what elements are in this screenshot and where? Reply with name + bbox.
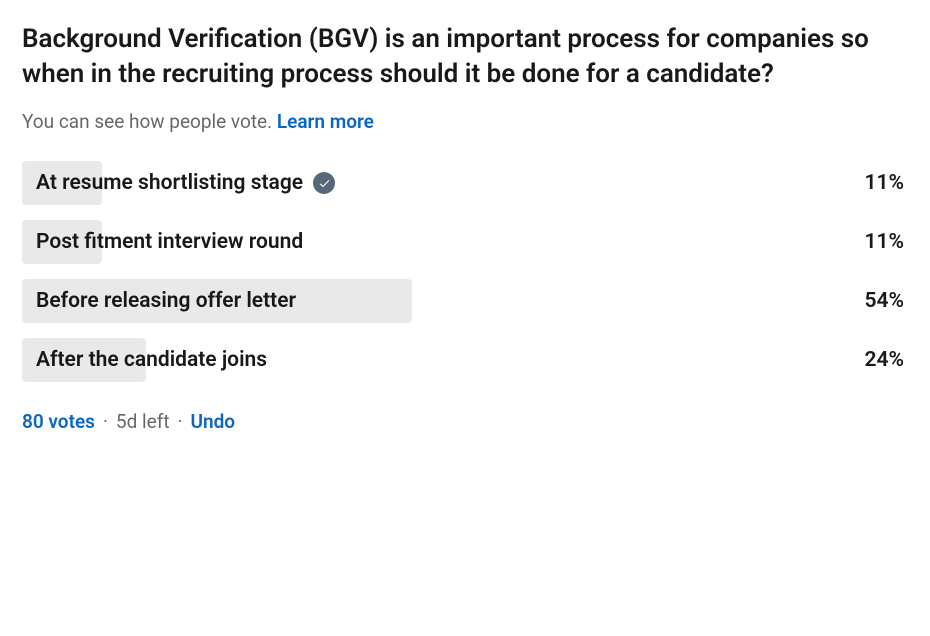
poll-option-label: Before releasing offer letter <box>36 289 296 313</box>
poll-footer: 80 votes · 5d left · Undo <box>22 410 908 433</box>
poll-subtext: You can see how people vote. Learn more <box>22 110 908 133</box>
poll-option-left: Post fitment interview round <box>22 230 303 254</box>
poll-percent: 11% <box>865 230 909 254</box>
poll-option[interactable]: Post fitment interview round 11% <box>22 220 908 264</box>
poll-option-left: At resume shortlisting stage <box>22 171 335 195</box>
poll-percent: 24% <box>865 348 909 372</box>
poll-options: At resume shortlisting stage 11% Post fi… <box>22 161 908 382</box>
poll-option-label: Post fitment interview round <box>36 230 303 254</box>
poll-option-left: After the candidate joins <box>22 348 267 372</box>
poll-option-label: After the candidate joins <box>36 348 267 372</box>
separator-dot: · <box>103 410 108 433</box>
time-left: 5d left <box>116 410 170 433</box>
poll-percent: 11% <box>865 171 909 195</box>
poll-option[interactable]: After the candidate joins 24% <box>22 338 908 382</box>
poll-subtext-text: You can see how people vote. <box>22 110 272 133</box>
poll-option[interactable]: Before releasing offer letter 54% <box>22 279 908 323</box>
votes-count-link[interactable]: 80 votes <box>22 410 95 433</box>
poll-option[interactable]: At resume shortlisting stage 11% <box>22 161 908 205</box>
poll-option-label: At resume shortlisting stage <box>36 171 303 195</box>
poll-percent: 54% <box>865 289 909 313</box>
poll-question: Background Verification (BGV) is an impo… <box>22 22 908 92</box>
undo-link[interactable]: Undo <box>191 410 236 433</box>
separator-dot: · <box>178 410 183 433</box>
checkmark-icon <box>313 172 335 194</box>
poll-option-left: Before releasing offer letter <box>22 289 296 313</box>
learn-more-link[interactable]: Learn more <box>277 110 374 133</box>
